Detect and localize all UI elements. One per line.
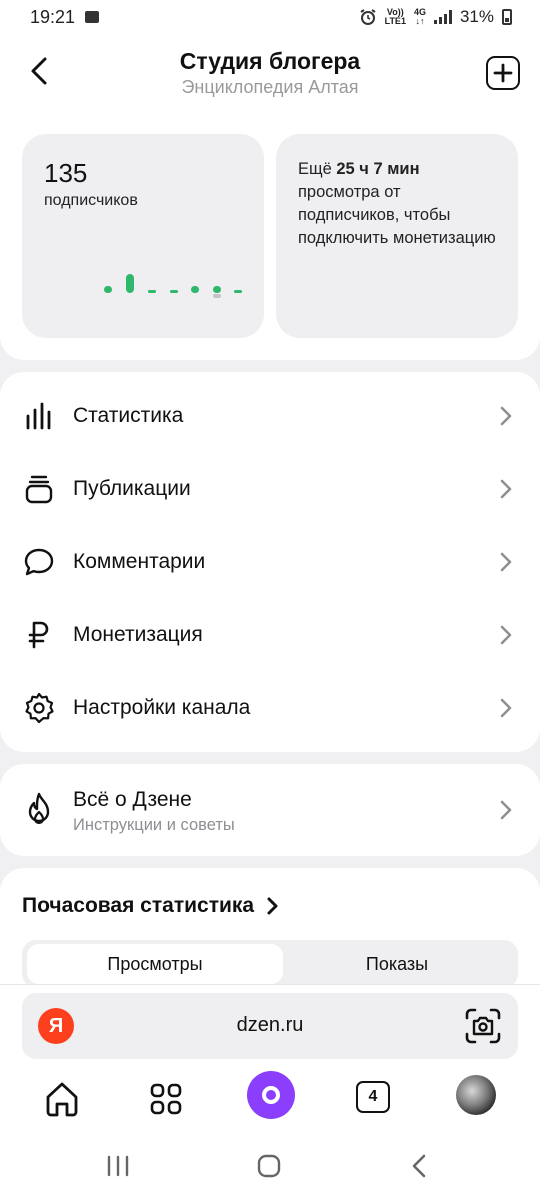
chevron-right-icon — [500, 479, 512, 499]
plus-icon — [493, 63, 513, 83]
camera-search-icon[interactable] — [464, 1007, 502, 1045]
menu-item-statistics[interactable]: Статистика — [0, 380, 540, 452]
stack-icon — [22, 472, 56, 506]
studio-menu: Статистика Публикации Комментарии Монети… — [0, 372, 540, 752]
system-navigation-bar — [0, 1143, 540, 1187]
address-bar[interactable]: Я dzen.ru — [22, 993, 518, 1059]
metric-segmented-control: Просмотры Показы — [22, 940, 518, 988]
battery-icon — [502, 9, 512, 25]
status-time: 19:21 — [30, 6, 76, 27]
chat-bubble-icon — [22, 545, 56, 579]
subscribers-count: 135 — [44, 158, 88, 188]
home-button[interactable] — [40, 1077, 84, 1121]
battery-percent: 31% — [459, 7, 494, 26]
chevron-right-icon — [500, 406, 512, 426]
spark-bar — [126, 274, 134, 293]
monetization-progress-text: Ещё 25 ч 7 мин просмотра от подписчиков,… — [298, 160, 496, 247]
spark-bar — [170, 290, 178, 293]
browser-tab-bar: 4 — [0, 1071, 540, 1127]
chevron-right-icon — [500, 698, 512, 718]
ruble-icon — [22, 618, 56, 652]
services-button[interactable] — [144, 1077, 188, 1121]
stats-section: 135 подписчиков Ещё 25 ч 7 мин просмотра… — [0, 120, 540, 360]
tab-views[interactable]: Просмотры — [27, 944, 283, 984]
status-right: Vo)) LTE1 4G ↓↑ 31% — [359, 7, 512, 27]
browser-bottom-bar: Я dzen.ru 4 — [0, 984, 540, 1200]
monetization-card[interactable]: Ещё 25 ч 7 мин просмотра от подписчиков,… — [276, 134, 518, 338]
subscribers-card[interactable]: 135 подписчиков — [22, 134, 264, 338]
page-title: Студия блогера — [179, 48, 361, 74]
about-dzen-item[interactable]: Всё о Дзене Инструкции и советы — [0, 764, 540, 856]
url-text[interactable]: dzen.ru — [22, 1014, 518, 1037]
subscribers-sparkline — [104, 274, 242, 298]
flame-icon — [28, 792, 50, 825]
status-bar: 19:21 Vo)) LTE1 4G ↓↑ 31% — [0, 0, 540, 34]
channel-name: Энциклопедия Алтая — [181, 77, 359, 97]
spark-bar — [148, 290, 156, 293]
subscribers-label: подписчиков — [44, 192, 138, 209]
tab-impressions[interactable]: Показы — [278, 944, 516, 984]
spark-bar — [191, 286, 199, 293]
profile-avatar[interactable] — [456, 1075, 496, 1115]
hourly-stats-link[interactable]: Почасовая статистика — [22, 894, 280, 918]
spark-bar — [213, 294, 221, 298]
gallery-notification-icon — [85, 11, 100, 23]
gear-icon — [22, 691, 56, 725]
grid-icon — [150, 1083, 182, 1115]
add-publication-button[interactable] — [486, 56, 520, 90]
back-nav-icon[interactable] — [410, 1153, 428, 1179]
recent-apps-icon[interactable] — [106, 1155, 130, 1177]
tabs-count-button[interactable]: 4 — [356, 1081, 390, 1113]
spark-bar — [213, 286, 221, 293]
chevron-right-icon — [500, 800, 512, 820]
chevron-right-icon — [500, 625, 512, 645]
home-nav-icon[interactable] — [257, 1154, 281, 1178]
monetization-remaining: 25 ч 7 мин — [336, 160, 420, 178]
volte-indicator: Vo)) LTE1 — [384, 7, 406, 26]
alarm-icon — [360, 9, 376, 25]
spark-bar — [234, 290, 242, 293]
chevron-right-icon — [267, 897, 278, 915]
menu-item-publications[interactable]: Публикации — [0, 453, 540, 525]
menu-item-channel-settings[interactable]: Настройки канала — [0, 672, 540, 744]
hourly-stats-title: Почасовая статистика — [22, 894, 255, 917]
spark-bar — [104, 286, 112, 293]
bar-chart-icon — [22, 399, 56, 433]
signal-icon — [433, 10, 452, 24]
network-indicator: 4G ↓↑ — [413, 7, 426, 26]
about-title: Всё о Дзене — [73, 788, 192, 811]
about-subtitle: Инструкции и советы — [73, 816, 235, 834]
app-header: Студия блогера Энциклопедия Алтая — [0, 34, 540, 120]
alice-assistant-button[interactable] — [247, 1071, 295, 1119]
chevron-right-icon — [500, 552, 512, 572]
menu-item-monetization[interactable]: Монетизация — [0, 599, 540, 671]
menu-item-comments[interactable]: Комментарии — [0, 526, 540, 598]
home-icon — [46, 1082, 78, 1117]
